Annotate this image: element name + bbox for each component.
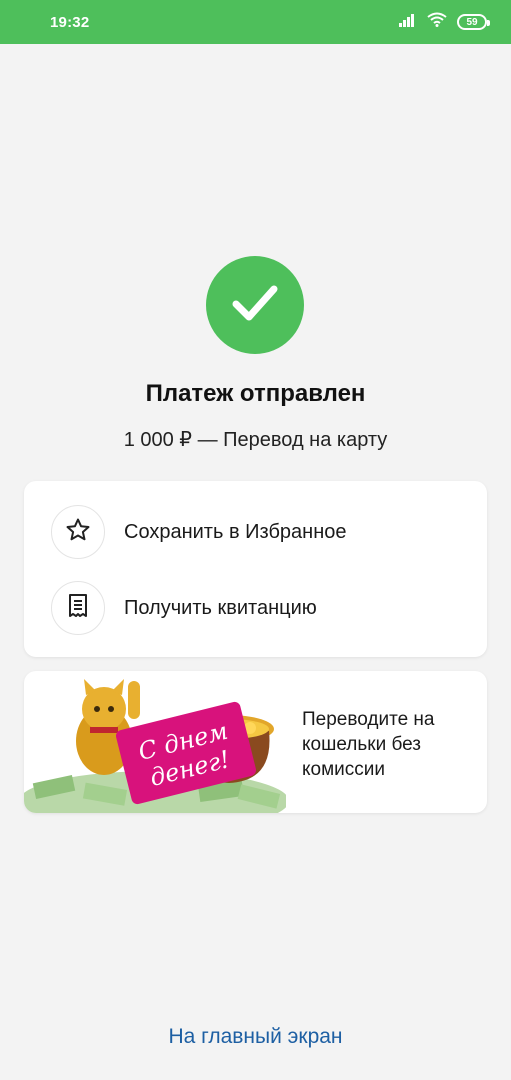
- status-icons: 59: [399, 12, 490, 32]
- status-bar: 19:32 59: [0, 0, 511, 44]
- promo-text: Переводите на кошельки без комиссии: [302, 709, 435, 780]
- success-checkmark: [206, 256, 304, 354]
- receipt-icon: [67, 593, 89, 624]
- get-receipt-label: Получить квитанцию: [124, 596, 317, 619]
- save-to-favorites-button[interactable]: Сохранить в Избранное: [24, 494, 487, 570]
- page-title: Платеж отправлен: [145, 380, 366, 407]
- battery-icon: 59: [457, 14, 490, 30]
- receipt-icon-circle: [51, 581, 105, 635]
- save-to-favorites-label: Сохранить в Избранное: [124, 520, 347, 543]
- wifi-icon: [427, 12, 447, 32]
- promo-image: С днем денег!: [24, 679, 286, 813]
- status-time: 19:32: [50, 13, 90, 31]
- get-receipt-button[interactable]: Получить квитанцию: [24, 570, 487, 646]
- payment-summary: 1 000 ₽ — Перевод на карту: [123, 429, 388, 451]
- star-icon-circle: [51, 505, 105, 559]
- signal-icon: [399, 13, 417, 32]
- star-icon: [65, 517, 91, 548]
- home-screen-link[interactable]: На главный экран: [0, 1025, 511, 1049]
- actions-card: Сохранить в Избранное Получить квитанцию: [24, 481, 487, 657]
- promo-banner[interactable]: С днем денег! Переводите на кошельки без…: [24, 671, 487, 813]
- checkmark-icon: [230, 282, 280, 329]
